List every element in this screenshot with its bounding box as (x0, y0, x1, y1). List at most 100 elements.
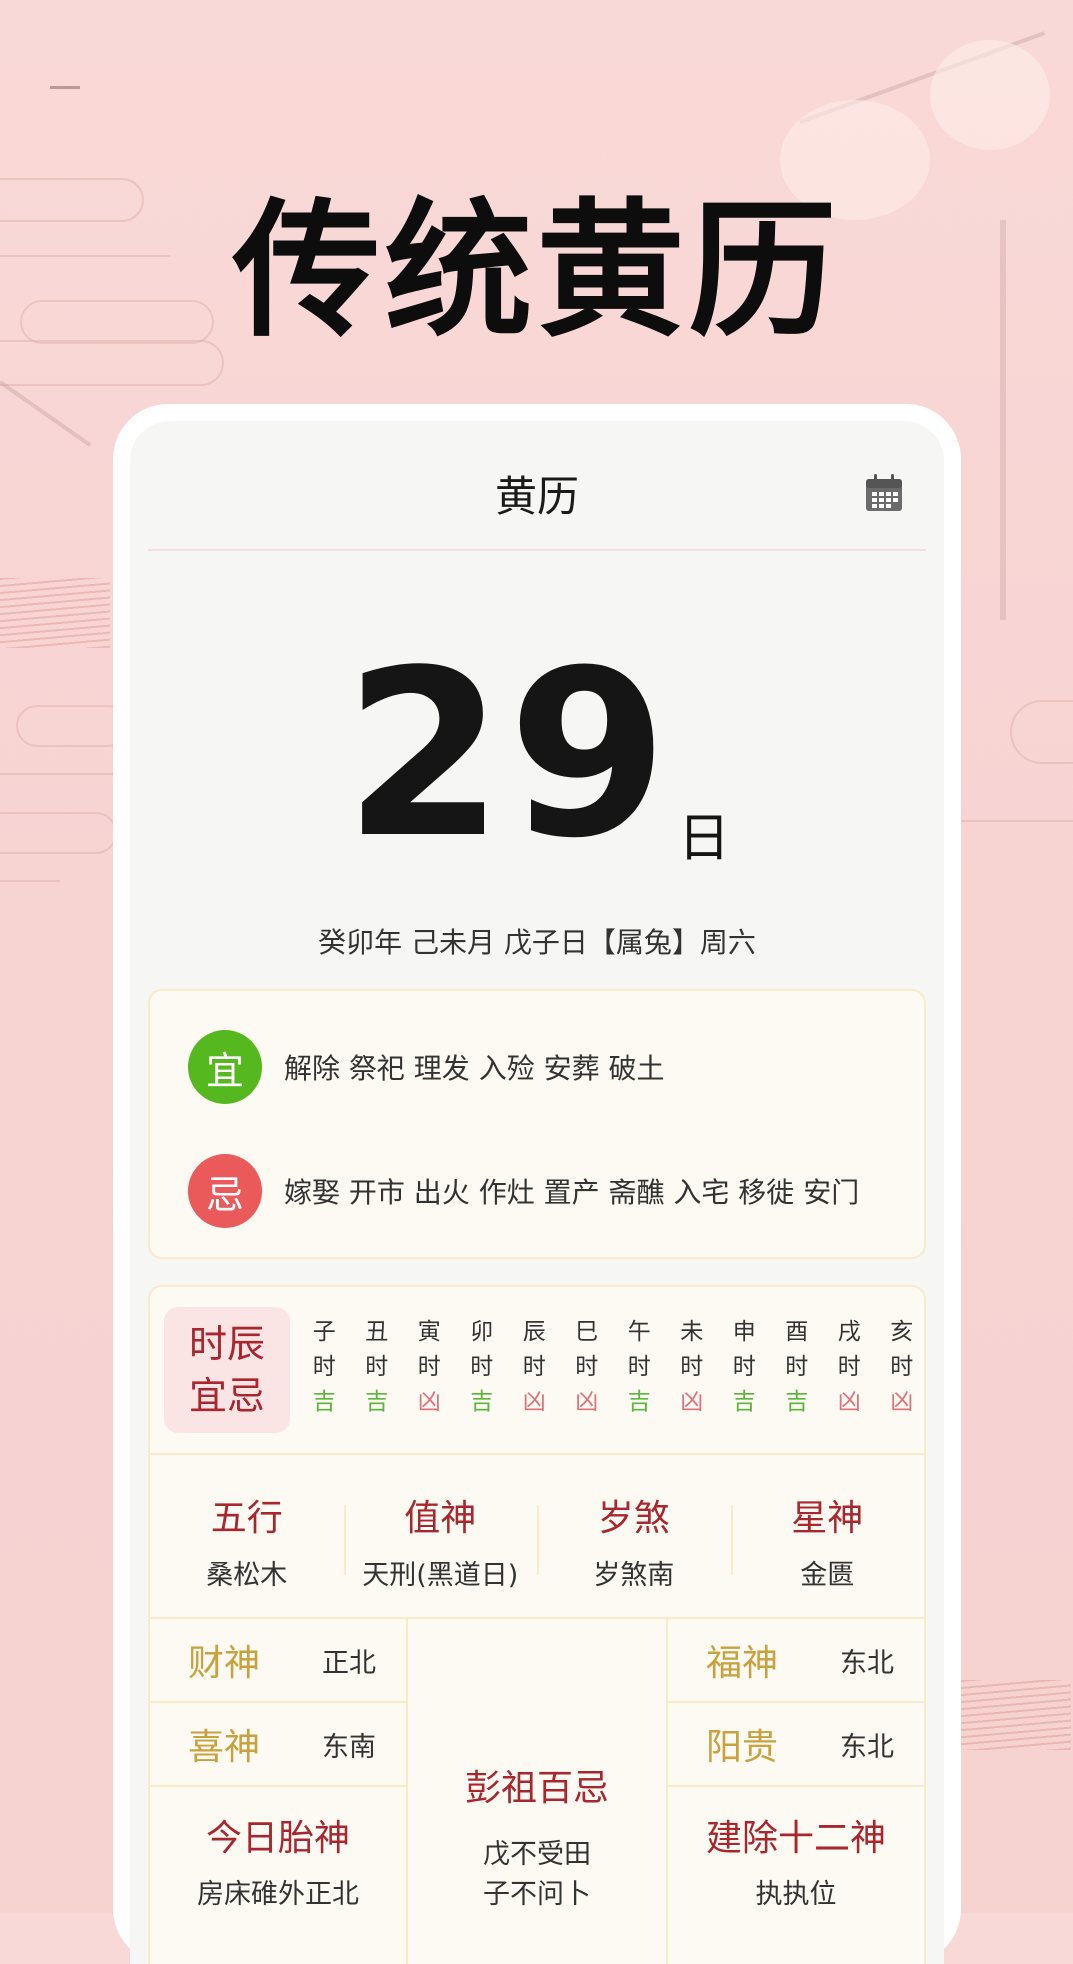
ji-row: 忌 嫁娶 开市 出火 作灶 置产 斋醮 入宅 移徙 安门 (188, 1153, 918, 1229)
ji-items: 嫁娶 开市 出火 作灶 置产 斋醮 入宅 移徙 安门 (284, 1176, 860, 1209)
four-value: 金匮 (800, 1560, 855, 1591)
pengzu-line2: 子不问卜 (483, 1879, 591, 1910)
decor-branch (0, 380, 92, 447)
taishen-value: 房床碓外正北 (197, 1879, 359, 1910)
four-title: 值神 (404, 1498, 477, 1539)
hour-name: 午 (627, 1319, 651, 1345)
suisha-cell: 岁煞 岁煞南 (537, 1455, 731, 1617)
shichen-hour: 未时凶 (666, 1315, 719, 1420)
fushen-label: 福神 (706, 1643, 779, 1684)
hour-name: 未 (680, 1319, 704, 1345)
hour-name: 酉 (785, 1319, 809, 1345)
hour-suffix: 时 (837, 1354, 861, 1380)
hour-suffix: 时 (522, 1354, 546, 1380)
yanggui-label: 阳贵 (706, 1727, 779, 1768)
day-unit: 日 (678, 809, 731, 869)
shichen-hour: 酉时吉 (771, 1315, 824, 1420)
calendar-button[interactable] (864, 473, 904, 513)
shichen-hour: 亥时凶 (876, 1315, 915, 1420)
fushen-row: 福神 东北 (668, 1619, 924, 1703)
pengzu-line1: 戊不受田 (483, 1839, 591, 1870)
shichen-label: 时辰 宜忌 (164, 1307, 290, 1433)
hour-suffix: 时 (365, 1354, 389, 1380)
xingshen-cell: 星神 金匮 (730, 1455, 925, 1617)
decor-waves (961, 1680, 1071, 1750)
decor-line (0, 880, 60, 882)
shichen-hour: 辰时凶 (508, 1315, 561, 1420)
yi-badge: 宜 (188, 1030, 262, 1104)
yanggui-row: 阳贵 东北 (668, 1703, 924, 1787)
caishen-value: 正北 (322, 1647, 376, 1679)
hour-name: 戌 (837, 1319, 861, 1345)
fushen-value: 东北 (840, 1647, 894, 1679)
decor-waves (0, 578, 110, 648)
hour-name: 子 (312, 1319, 336, 1345)
caishen-label: 财神 (188, 1643, 261, 1684)
xishen-value: 东南 (322, 1731, 376, 1763)
xishen-row: 喜神 东南 (150, 1703, 406, 1787)
gods-right-column: 福神 东北 阳贵 东北 建除十二神 执执位 (666, 1619, 924, 1964)
ganzhi-line: 癸卯年 己未月 戊子日【属兔】周六 (318, 926, 756, 959)
hour-luck: 凶 (417, 1389, 441, 1415)
shichen-label-line2: 宜忌 (188, 1374, 265, 1418)
hour-luck: 凶 (680, 1389, 704, 1415)
hour-luck: 吉 (312, 1389, 336, 1415)
hour-suffix: 时 (312, 1354, 336, 1380)
decor-flower (930, 40, 1050, 150)
hour-name: 卯 (470, 1319, 494, 1345)
shichen-hour: 丑时吉 (351, 1315, 404, 1420)
yanggui-value: 东北 (840, 1731, 894, 1763)
app-screen: 黄历 29 日 癸卯年 己未月 戊子日【属兔】周六 宜 解除 祭祀 理发 入殓 … (130, 421, 944, 1964)
hero-title: 传统黄历 (232, 185, 841, 357)
yi-row: 宜 解除 祭祀 理发 入殓 安葬 破土 (188, 1029, 918, 1105)
ji-badge: 忌 (188, 1154, 262, 1228)
hour-luck: 吉 (470, 1389, 494, 1415)
gods-left-column: 财神 正北 喜神 东南 今日胎神 房床碓外正北 (150, 1619, 408, 1964)
hour-suffix: 时 (417, 1354, 441, 1380)
shichen-hour: 卯时吉 (456, 1315, 509, 1420)
shichen-hour: 午时吉 (613, 1315, 666, 1420)
hour-name: 申 (732, 1319, 756, 1345)
decor-dash (50, 86, 80, 89)
calendar-icon (866, 474, 902, 511)
shichen-section: 时辰 宜忌 子时吉丑时吉寅时凶卯时吉辰时凶巳时凶午时吉未时凶申时吉酉时吉戌时凶亥… (150, 1287, 924, 1455)
hour-suffix: 时 (890, 1354, 914, 1380)
yiji-card: 宜 解除 祭祀 理发 入殓 安葬 破土 忌 嫁娶 开市 出火 作灶 置产 斋醮 … (148, 989, 926, 1259)
page-title: 黄历 (494, 472, 579, 521)
shichen-label-line1: 时辰 (188, 1322, 265, 1366)
hour-suffix: 时 (680, 1354, 704, 1380)
hour-suffix: 时 (627, 1354, 651, 1380)
xishen-label: 喜神 (188, 1727, 261, 1768)
jianchu-title: 建除十二神 (705, 1818, 886, 1859)
decor-branch (799, 31, 1046, 124)
taishen-title: 今日胎神 (205, 1818, 350, 1859)
gods-grid: 财神 正北 喜神 东南 今日胎神 房床碓外正北 彭祖百忌 戊不受田 子不问卜 福… (150, 1619, 924, 1964)
four-value: 岁煞南 (593, 1560, 675, 1591)
pengzu-value: 戊不受田 子不问卜 (408, 1835, 666, 1915)
caishen-row: 财神 正北 (150, 1619, 406, 1703)
decor-line (0, 773, 113, 775)
decor-cloud (0, 812, 117, 854)
hour-luck: 凶 (575, 1389, 599, 1415)
header-divider (148, 549, 926, 551)
hour-suffix: 时 (470, 1354, 494, 1380)
hour-name: 巳 (575, 1319, 599, 1345)
hour-suffix: 时 (732, 1354, 756, 1380)
four-value: 桑松木 (206, 1560, 288, 1591)
jianchu-value: 执执位 (755, 1879, 837, 1910)
four-title: 星神 (791, 1498, 864, 1539)
four-title: 五行 (210, 1498, 283, 1539)
hour-name: 丑 (365, 1319, 389, 1345)
wuxing-cell: 五行 桑松木 (150, 1455, 344, 1617)
decor-cloud (1010, 700, 1073, 764)
hour-luck: 凶 (837, 1389, 861, 1415)
hour-suffix: 时 (575, 1354, 599, 1380)
shichen-hour: 巳时凶 (561, 1315, 614, 1420)
hour-name: 辰 (522, 1319, 546, 1345)
info-card: 时辰 宜忌 子时吉丑时吉寅时凶卯时吉辰时凶巳时凶午时吉未时凶申时吉酉时吉戌时凶亥… (148, 1285, 926, 1964)
hour-luck: 吉 (732, 1389, 756, 1415)
hour-name: 亥 (890, 1319, 914, 1345)
zhishen-cell: 值神 天刑(黑道日) (343, 1455, 538, 1617)
four-title: 岁煞 (597, 1498, 670, 1539)
shichen-hour: 申时吉 (718, 1315, 771, 1420)
